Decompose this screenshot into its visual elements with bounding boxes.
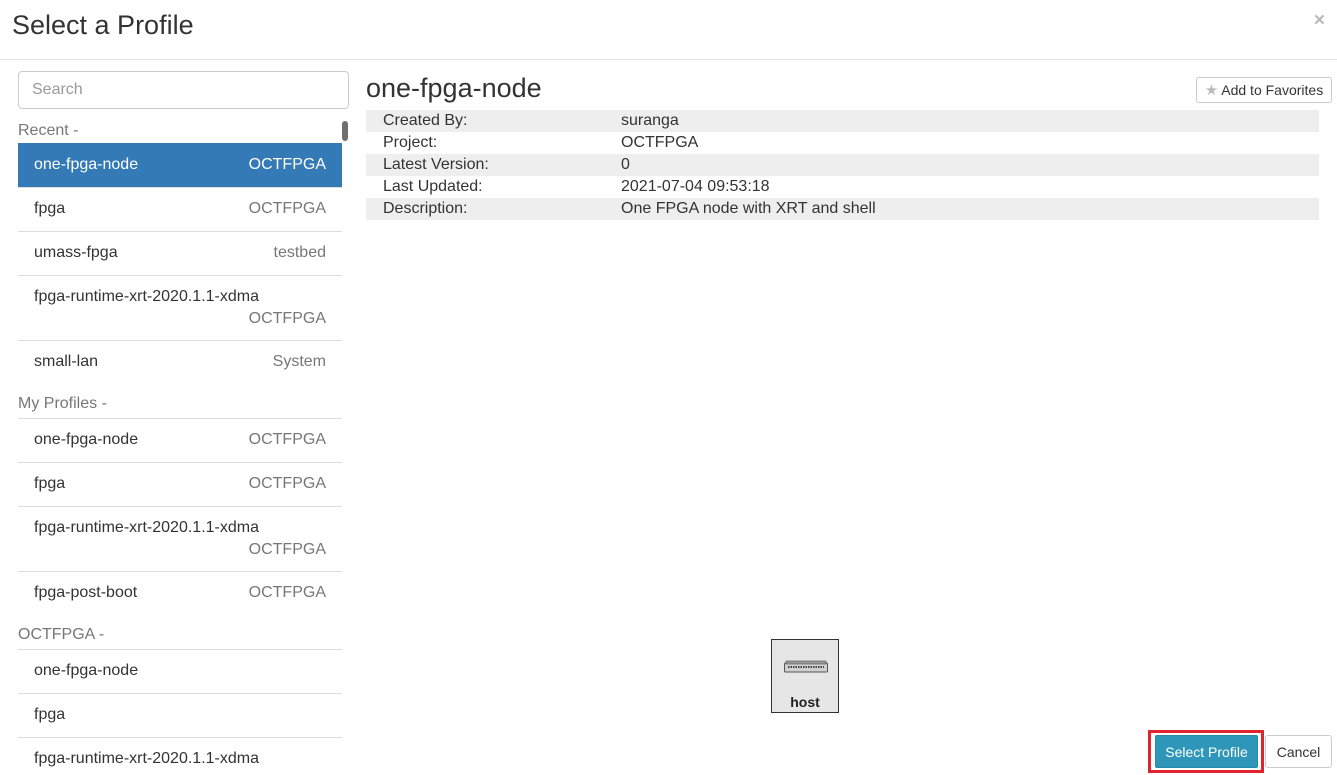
profile-detail-title: one-fpga-node — [366, 73, 542, 103]
group-header: OCTFPGA - — [18, 626, 105, 643]
profile-list-item[interactable]: OCTFPGA one-fpga-node — [18, 143, 342, 187]
info-row: Latest Version: 0 — [366, 154, 1319, 176]
profile-project: testbed — [273, 244, 326, 261]
modal-title: Select a Profile — [12, 10, 194, 40]
add-to-favorites-label: Add to Favorites — [1221, 82, 1324, 98]
profile-name: fpga-runtime-xrt-2020.1.1-xdma — [34, 519, 259, 536]
info-value: One FPGA node with XRT and shell — [621, 200, 876, 217]
info-label: Last Updated: — [383, 178, 483, 195]
profile-name: small-lan — [34, 353, 99, 370]
profile-name: fpga — [34, 200, 66, 217]
profile-list-item[interactable]: fpga — [18, 693, 342, 737]
profile-list-item[interactable]: OCTFPGA fpga-post-boot — [18, 571, 342, 615]
profile-list-item[interactable]: fpga-runtime-xrt-2020.1.1-xdma OCTFPGA — [18, 275, 342, 340]
info-row: Description: One FPGA node with XRT and s… — [366, 198, 1319, 220]
info-label: Description: — [383, 200, 468, 217]
profile-info-table: Created By: suranga Project: OCTFPGA Latest … — [366, 110, 1319, 220]
info-row: Last Updated: 2021-07-04 09:53:18 — [366, 176, 1319, 198]
add-to-favorites-button[interactable]: ★ Add to Favorites — [1196, 77, 1332, 103]
profile-project: OCTFPGA — [248, 541, 326, 558]
profile-project: OCTFPGA — [248, 584, 326, 601]
node-label: host — [790, 694, 820, 710]
info-label: Latest Version: — [383, 156, 489, 173]
profile-name: fpga-runtime-xrt-2020.1.1-xdma — [34, 750, 259, 767]
profile-list-item[interactable]: System small-lan — [18, 340, 342, 384]
topology-node-host[interactable]: host — [771, 639, 839, 713]
profile-name: fpga-post-boot — [34, 584, 138, 601]
modal-header: Select a Profile × — [0, 0, 1337, 60]
profile-name: umass-fpga — [34, 244, 118, 261]
server-icon — [784, 660, 828, 673]
scrollbar-thumb[interactable] — [342, 121, 348, 141]
info-value: suranga — [621, 112, 679, 129]
info-row: Project: OCTFPGA — [366, 132, 1319, 154]
profile-list-item[interactable]: fpga-runtime-xrt-2020.1.1-xdma — [18, 737, 342, 775]
search-input[interactable] — [18, 71, 349, 109]
info-value: 0 — [621, 156, 630, 173]
profile-list-pane: Recent - OCTFPGA one-fpga-node OCTFPGA fpga t… — [18, 71, 350, 775]
info-value: 2021-07-04 09:53:18 — [621, 178, 770, 195]
profile-name: fpga — [34, 475, 66, 492]
profile-project: OCTFPGA — [248, 475, 326, 492]
info-label: Project: — [383, 134, 438, 151]
profile-list-item[interactable]: OCTFPGA one-fpga-node — [18, 418, 342, 462]
profile-list-item[interactable]: fpga-runtime-xrt-2020.1.1-xdma OCTFPGA — [18, 506, 342, 571]
profile-project: OCTFPGA — [248, 431, 326, 448]
select-profile-button[interactable]: Select Profile — [1155, 735, 1258, 768]
info-row: Created By: suranga — [366, 110, 1319, 132]
profile-name: one-fpga-node — [34, 431, 139, 448]
profile-project: System — [272, 353, 326, 370]
group-header: My Profiles - — [18, 395, 107, 412]
profile-list-item[interactable]: OCTFPGA fpga — [18, 187, 342, 231]
star-icon: ★ — [1204, 82, 1219, 99]
profile-project: OCTFPGA — [248, 310, 326, 327]
close-icon[interactable]: × — [1314, 11, 1325, 30]
profile-name: fpga-runtime-xrt-2020.1.1-xdma — [34, 288, 259, 305]
info-value: OCTFPGA — [621, 134, 699, 151]
info-label: Created By: — [383, 112, 468, 129]
profile-list-item[interactable]: OCTFPGA fpga — [18, 462, 342, 506]
profile-name: one-fpga-node — [34, 156, 139, 173]
profile-name: one-fpga-node — [34, 662, 139, 679]
profile-list[interactable]: Recent - OCTFPGA one-fpga-node OCTFPGA fpga t… — [18, 115, 342, 775]
cancel-button[interactable]: Cancel — [1265, 735, 1332, 768]
profile-list-item[interactable]: one-fpga-node — [18, 649, 342, 693]
profile-name: fpga — [34, 706, 66, 723]
profile-project: OCTFPGA — [248, 200, 326, 217]
group-header: Recent - — [18, 122, 79, 139]
profile-list-item[interactable]: testbed umass-fpga — [18, 231, 342, 275]
profile-project: OCTFPGA — [248, 156, 326, 173]
